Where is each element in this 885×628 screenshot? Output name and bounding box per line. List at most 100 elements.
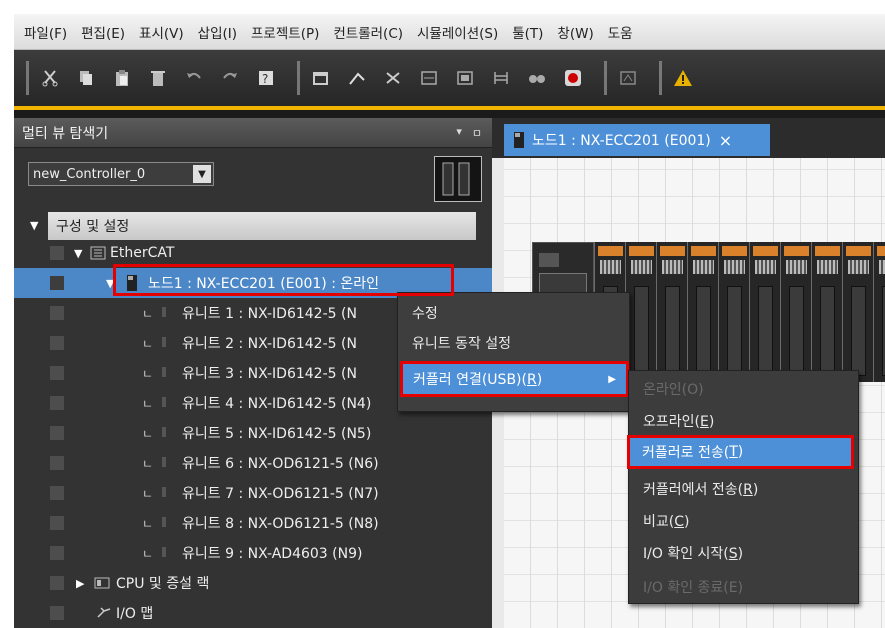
toolbar-separator (659, 61, 662, 95)
compare-icon[interactable] (418, 67, 440, 89)
tree-unit-label: 유니트 6 : NX-OD6121-5 (N6) (182, 456, 379, 472)
delete-icon[interactable] (147, 67, 169, 89)
tree-unit-row[interactable]: ㄴ 유니트 7 : NX-OD6121-5 (N7) (14, 478, 492, 508)
tree-checkbox (50, 456, 64, 470)
tree-branch-icon: ㄴ (142, 336, 154, 351)
coupler-submenu: 온라인(O) 오프라인(E) 커플러로 전송(T) 커플러에서 전송(R) 비교… (627, 370, 859, 604)
expand-arrow-icon[interactable]: ▼ (74, 247, 82, 260)
sub-transfer-from-coupler[interactable]: 커플러에서 전송(R) (643, 479, 758, 499)
chevron-down-icon[interactable]: ▼ (193, 165, 211, 183)
undo-icon[interactable] (183, 67, 205, 89)
menu-help[interactable]: 도움 (608, 22, 633, 42)
menu-edit[interactable]: 편집(E) (81, 22, 125, 42)
tree-config[interactable]: ▼ 구성 및 설정 (14, 210, 492, 240)
sub-compare[interactable]: 비교(C) (643, 511, 689, 531)
sub-io-check-end[interactable]: I/O 확인 종료(E) (643, 577, 743, 597)
io-unit-module[interactable] (842, 242, 873, 382)
tree-checkbox (50, 246, 64, 260)
pin-icon[interactable]: ㅁ (472, 125, 482, 141)
unit-icon (162, 397, 166, 407)
tree-checkbox (50, 306, 64, 320)
build-icon[interactable] (454, 67, 476, 89)
tree-branch-icon: ㄴ (142, 546, 154, 561)
close-icon[interactable]: × (719, 131, 732, 150)
tree-cpu-rack-label: CPU 및 증설 랙 (116, 576, 210, 592)
warning-icon[interactable] (672, 67, 694, 89)
ctx-unit-settings[interactable]: 유니트 동작 설정 (412, 333, 511, 353)
menu-insert[interactable]: 삽입(I) (198, 22, 237, 42)
sub-online[interactable]: 온라인(O) (643, 379, 704, 399)
menu-window[interactable]: 창(W) (557, 22, 593, 42)
find-icon[interactable] (526, 67, 548, 89)
tree-config-label: 구성 및 설정 (48, 212, 476, 240)
ladder-icon[interactable] (490, 67, 512, 89)
io-map-icon (97, 607, 111, 618)
window-icon[interactable] (310, 67, 332, 89)
menu-tools[interactable]: 툴(T) (512, 22, 543, 42)
tree-unit-row[interactable]: ㄴ 유니트 6 : NX-OD6121-5 (N6) (14, 448, 492, 478)
tab-node1-label: 노드1 : NX-ECC201 (E001) (532, 133, 711, 149)
ctx-coupler-connect[interactable]: 커플러 연결(USB)(R) ▶ (400, 361, 629, 397)
expand-arrow-icon[interactable]: ▶ (76, 577, 84, 590)
menu-view[interactable]: 표시(V) (139, 22, 184, 42)
io-unit-module[interactable] (718, 242, 749, 382)
io-unit-module[interactable] (780, 242, 811, 382)
controller-thumbnail (434, 156, 482, 202)
menu-project[interactable]: 프로젝트(P) (251, 22, 319, 42)
help-icon[interactable]: ? (255, 67, 277, 89)
io-unit-module[interactable] (656, 242, 687, 382)
io-unit-module[interactable] (749, 242, 780, 382)
expand-arrow-icon[interactable]: ▼ (30, 219, 38, 232)
io-unit-module[interactable] (687, 242, 718, 382)
menu-controller[interactable]: 컨트롤러(C) (333, 22, 403, 42)
controller-select-value: new_Controller_0 (33, 166, 146, 182)
tree-checkbox (50, 336, 64, 350)
dropdown-icon[interactable]: ▾ (456, 125, 462, 141)
io-unit-module[interactable] (811, 242, 842, 382)
context-menu: 수정 유니트 동작 설정 커플러 연결(USB)(R) ▶ (397, 292, 630, 412)
stop-icon[interactable] (562, 67, 584, 89)
io-unit-strip (594, 242, 885, 382)
unit-icon (162, 367, 166, 377)
tree-unit-row[interactable]: ㄴ 유니트 5 : NX-ID6142-5 (N5) (14, 418, 492, 448)
tree-unit-label: 유니트 4 : NX-ID6142-5 (N4) (182, 396, 372, 412)
cross-ref-icon[interactable] (382, 67, 404, 89)
doc-tab-bar: 노드1 : NX-ECC201 (E001) × (492, 118, 885, 158)
toolbar-separator (297, 61, 300, 95)
ctx-coupler-connect-label: 커플러 연결(USB)(R) (413, 372, 543, 388)
tree-unit-label: 유니트 9 : NX-AD4603 (N9) (182, 546, 363, 562)
tree-io-map[interactable]: I/O 맵 (14, 598, 492, 628)
tree-checkbox (50, 606, 64, 620)
pen-icon[interactable] (346, 67, 368, 89)
node-callout-box (113, 264, 454, 296)
tree-branch-icon: ㄴ (142, 306, 154, 321)
cpu-rack-icon (94, 577, 110, 589)
sub-transfer-to-coupler[interactable]: 커플러로 전송(T) (627, 435, 854, 469)
menu-file[interactable]: 파일(F) (24, 22, 67, 42)
menu-simulation[interactable]: 시뮬레이션(S) (417, 22, 498, 42)
tree-cpu-rack[interactable]: ▶ CPU 및 증설 랙 (14, 568, 492, 598)
tree-unit-row[interactable]: ㄴ 유니트 8 : NX-OD6121-5 (N8) (14, 508, 492, 538)
tree-unit-label: 유니트 5 : NX-ID6142-5 (N5) (182, 426, 372, 442)
tree-unit-label: 유니트 7 : NX-OD6121-5 (N7) (182, 486, 379, 502)
tree-io-map-label: I/O 맵 (116, 606, 154, 622)
unit-icon (162, 427, 166, 437)
tree-unit-row[interactable]: ㄴ 유니트 9 : NX-AD4603 (N9) (14, 538, 492, 568)
tree-unit-label: 유니트 1 : NX-ID6142-5 (N (182, 306, 357, 322)
tree-branch-icon: ㄴ (142, 456, 154, 471)
tree-checkbox (50, 366, 64, 380)
cut-icon[interactable] (39, 67, 61, 89)
sub-io-check-start[interactable]: I/O 확인 시작(S) (643, 543, 743, 563)
menu-bar: 파일(F) 편집(E) 표시(V) 삽입(I) 프로젝트(P) 컨트롤러(C) … (14, 14, 885, 50)
ctx-edit[interactable]: 수정 (412, 303, 438, 323)
svg-text:?: ? (262, 72, 268, 86)
redo-icon[interactable] (219, 67, 241, 89)
io-unit-module[interactable] (873, 242, 885, 382)
controller-select[interactable]: new_Controller_0 ▼ (28, 162, 214, 186)
tab-node1[interactable]: 노드1 : NX-ECC201 (E001) × (504, 124, 770, 156)
sub-offline[interactable]: 오프라인(E) (643, 411, 714, 431)
copy-icon[interactable] (75, 67, 97, 89)
monitor-icon[interactable] (617, 67, 639, 89)
paste-icon[interactable] (111, 67, 133, 89)
tree-unit-label: 유니트 8 : NX-OD6121-5 (N8) (182, 516, 379, 532)
